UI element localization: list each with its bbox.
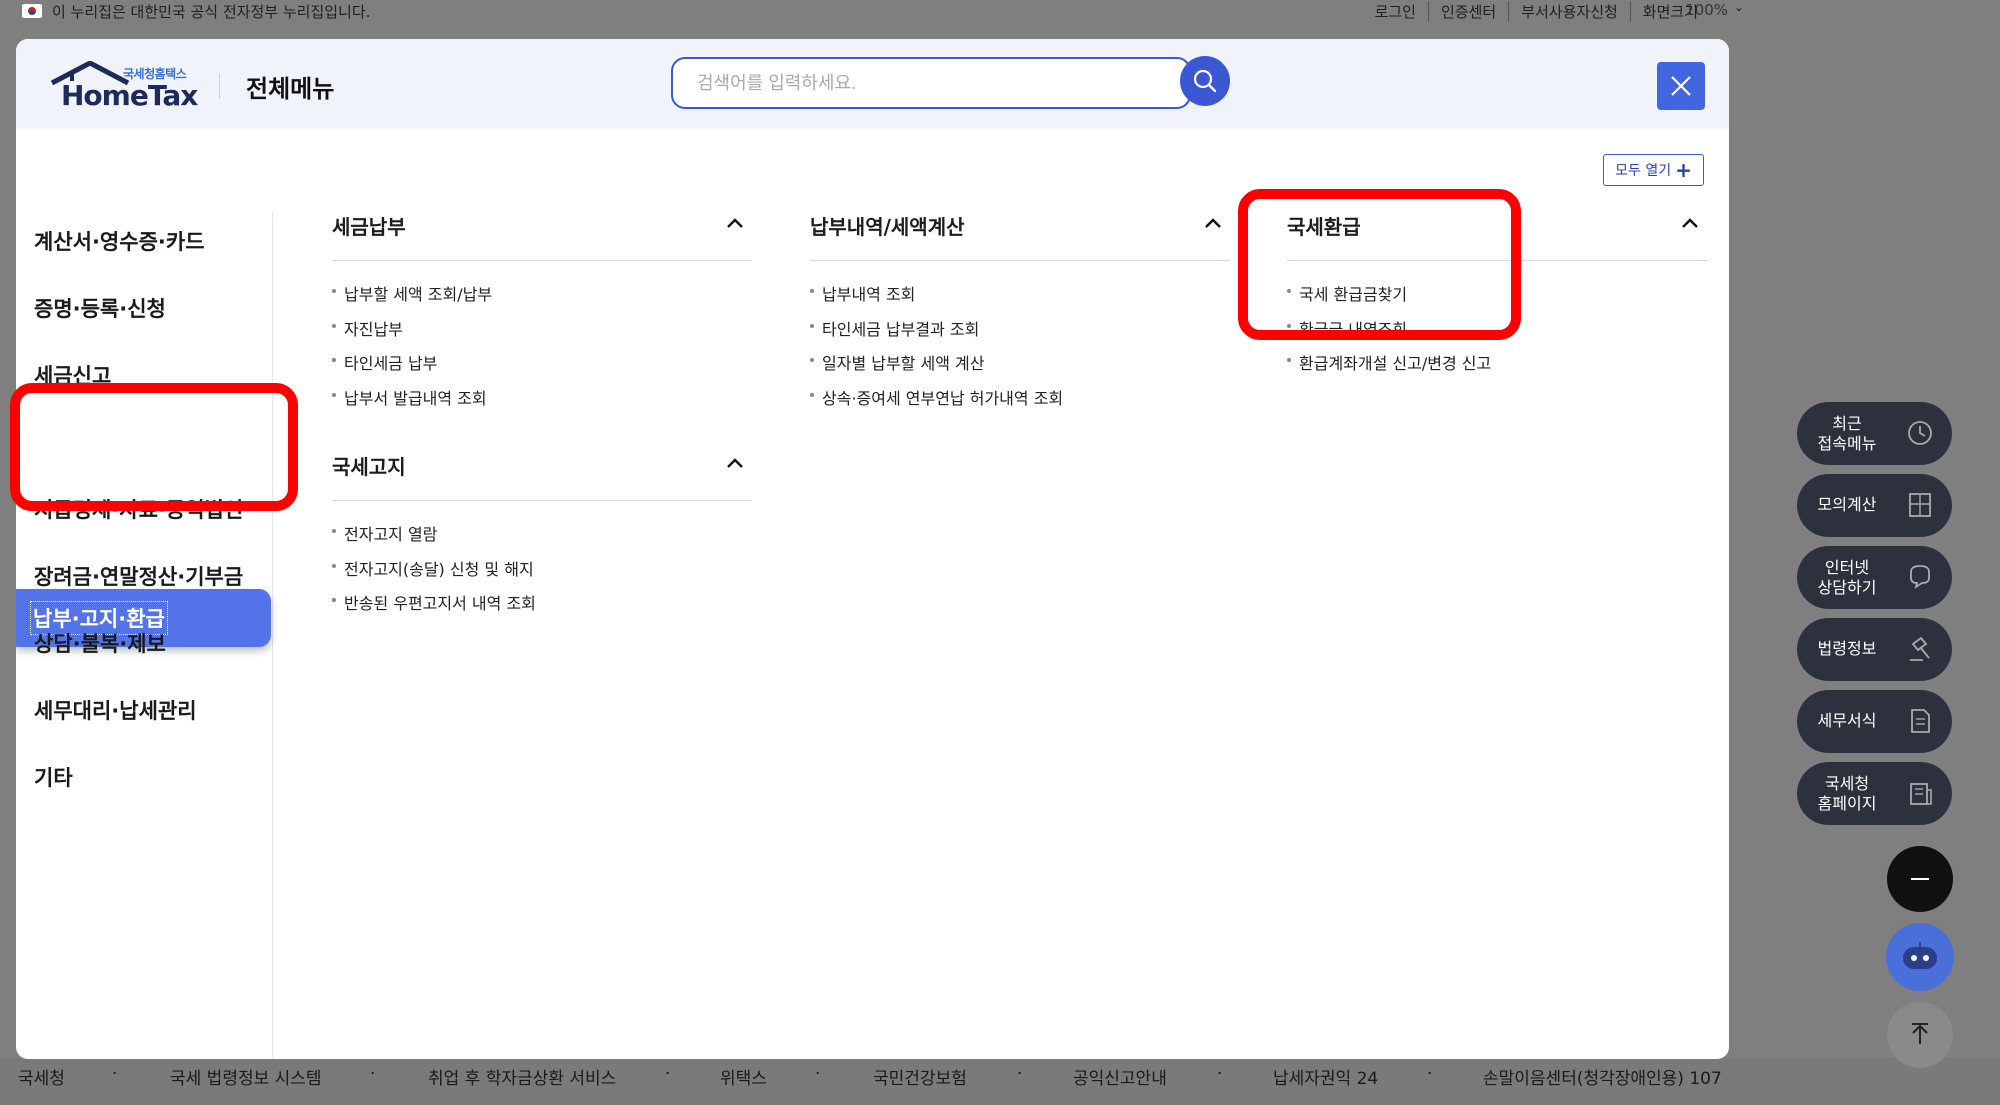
- chevron-up-icon[interactable]: [1681, 217, 1699, 229]
- footer-link[interactable]: 국세청: [18, 1064, 65, 1089]
- close-icon: [1671, 76, 1691, 96]
- search-icon: [1193, 69, 1217, 93]
- dock-nts-homepage[interactable]: 국세청 홈페이지: [1797, 762, 1952, 825]
- document-icon: [1911, 709, 1930, 733]
- menu-link[interactable]: 납부할 세액 조회/납부: [332, 281, 752, 316]
- dock-label: 국세청 홈페이지: [1817, 774, 1877, 813]
- dock-mock-calc[interactable]: 모의계산: [1797, 474, 1952, 537]
- footer-links: 국세청 · 국세 법령정보 시스템 · 취업 후 학자금상환 서비스 · 위택스…: [0, 1058, 2000, 1105]
- dock-law-info[interactable]: 법령정보: [1797, 618, 1952, 681]
- page-title: 전체메뉴: [246, 75, 335, 103]
- menu-link[interactable]: 납부내역 조회: [810, 281, 1230, 316]
- footer-link[interactable]: 위택스: [720, 1064, 767, 1089]
- scroll-top-button[interactable]: [1887, 1002, 1953, 1068]
- chevron-up-icon[interactable]: [726, 217, 744, 229]
- robot-icon: [1903, 942, 1937, 969]
- footer-link[interactable]: 손말이음센터(청각장애인용) 107: [1483, 1064, 1722, 1089]
- nav-item-incentive[interactable]: 장려금·연말정산·기부금: [34, 561, 243, 591]
- logo-text: HomeTax: [61, 79, 198, 112]
- dock-tax-forms[interactable]: 세무서식: [1797, 690, 1952, 753]
- minus-icon: [1911, 878, 1929, 880]
- divider: [219, 73, 220, 99]
- gov-banner: 이 누리집은 대한민국 공식 전자정부 누리집입니다. 로그인 인증센터 부서사…: [0, 0, 2000, 24]
- menu-link[interactable]: 상속·증여세 연부연납 허가내역 조회: [810, 385, 1230, 420]
- login-link[interactable]: 로그인: [1363, 1, 1428, 22]
- dock-online-consult[interactable]: 인터넷 상담하기: [1797, 546, 1952, 609]
- section-tax-payment: 세금납부 납부할 세액 조회/납부 자진납부 타인세금 납부 납부서 발급내역 …: [332, 201, 752, 419]
- dock-label: 모의계산: [1817, 495, 1877, 514]
- section-header[interactable]: 국세고지: [332, 441, 752, 501]
- dock-recent-menu[interactable]: 최근 접속메뉴: [1797, 402, 1952, 465]
- nav-item-etc[interactable]: 기타: [34, 762, 73, 792]
- dock-label: 인터넷 상담하기: [1817, 558, 1877, 597]
- auth-center-link[interactable]: 인증센터: [1427, 1, 1508, 22]
- building-icon: [1910, 783, 1932, 805]
- menu-link[interactable]: 반송된 우편고지서 내역 조회: [332, 590, 752, 625]
- highlight-box: [1238, 189, 1521, 340]
- section-header[interactable]: 납부내역/세액계산: [810, 201, 1230, 261]
- korea-flag-icon: [22, 4, 42, 18]
- hometax-logo[interactable]: 국세청홈택스 HomeTax: [50, 61, 210, 112]
- close-button[interactable]: [1657, 62, 1705, 110]
- clock-icon: [1908, 421, 1932, 445]
- chatbot-button[interactable]: [1886, 923, 1954, 991]
- section-header[interactable]: 세금납부: [332, 201, 752, 261]
- left-category-nav: 계산서·영수증·카드 증명·등록·신청 세금신고 지급명세·자료·공익법인 납부…: [16, 212, 273, 1059]
- collapse-dock-button[interactable]: [1887, 846, 1953, 912]
- nav-item-consult[interactable]: 상담·불복·제보: [34, 628, 166, 658]
- section-payment-history: 납부내역/세액계산 납부내역 조회 타인세금 납부결과 조회 일자별 납부할 세…: [810, 201, 1230, 419]
- highlight-box: [10, 383, 298, 511]
- footer-link[interactable]: 국세 법령정보 시스템: [170, 1064, 322, 1089]
- zoom-level[interactable]: 100%: [1685, 1, 1728, 19]
- gavel-icon: [1910, 636, 1930, 661]
- dock-label: 최근 접속메뉴: [1817, 414, 1877, 453]
- dock-label: 세무서식: [1817, 711, 1877, 730]
- menu-link[interactable]: 납부서 발급내역 조회: [332, 385, 752, 420]
- nav-item-certificate[interactable]: 증명·등록·신청: [34, 293, 166, 323]
- plus-icon: +: [1675, 158, 1692, 182]
- footer-link[interactable]: 공익신고안내: [1073, 1064, 1167, 1089]
- menu-link[interactable]: 전자고지(송달) 신청 및 해지: [332, 556, 752, 591]
- menu-link[interactable]: 환급계좌개설 신고/변경 신고: [1287, 350, 1707, 385]
- menu-link[interactable]: 자진납부: [332, 316, 752, 351]
- footer-link[interactable]: 취업 후 학자금상환 서비스: [428, 1064, 616, 1089]
- menu-link[interactable]: 일자별 납부할 세액 계산: [810, 350, 1230, 385]
- chevron-down-icon[interactable]: ⌄: [1734, 0, 1744, 14]
- dept-user-link[interactable]: 부서사용자신청: [1508, 1, 1630, 22]
- dock-label: 법령정보: [1817, 639, 1877, 658]
- open-all-button[interactable]: 모두 열기 +: [1603, 154, 1704, 186]
- section-title: 세금납부: [332, 215, 406, 239]
- top-links: 로그인 인증센터 부서사용자신청 화면크기: [1363, 1, 1710, 22]
- section-title: 국세고지: [332, 455, 406, 479]
- chat-icon: [1910, 565, 1930, 590]
- chevron-up-icon[interactable]: [726, 457, 744, 469]
- section-tax-notice: 국세고지 전자고지 열람 전자고지(송달) 신청 및 해지 반송된 우편고지서 …: [332, 441, 752, 625]
- chevron-up-icon[interactable]: [1204, 217, 1222, 229]
- section-title: 납부내역/세액계산: [810, 215, 965, 239]
- gov-notice: 이 누리집은 대한민국 공식 전자정부 누리집입니다.: [52, 3, 371, 21]
- menu-link[interactable]: 타인세금 납부결과 조회: [810, 316, 1230, 351]
- nav-item-tax-agent[interactable]: 세무대리·납세관리: [34, 695, 197, 725]
- search-button[interactable]: [1180, 56, 1230, 106]
- nav-item-invoice[interactable]: 계산서·영수증·카드: [34, 226, 205, 256]
- modal-header: 국세청홈택스 HomeTax 전체메뉴: [16, 39, 1729, 129]
- search-input[interactable]: [671, 57, 1191, 109]
- footer-link[interactable]: 국민건강보험: [873, 1064, 967, 1089]
- arrow-up-icon: [1912, 1023, 1928, 1044]
- menu-link[interactable]: 전자고지 열람: [332, 521, 752, 556]
- calculator-icon: [1909, 493, 1931, 517]
- footer-link[interactable]: 납세자권익 24: [1273, 1064, 1378, 1089]
- menu-link[interactable]: 타인세금 납부: [332, 350, 752, 385]
